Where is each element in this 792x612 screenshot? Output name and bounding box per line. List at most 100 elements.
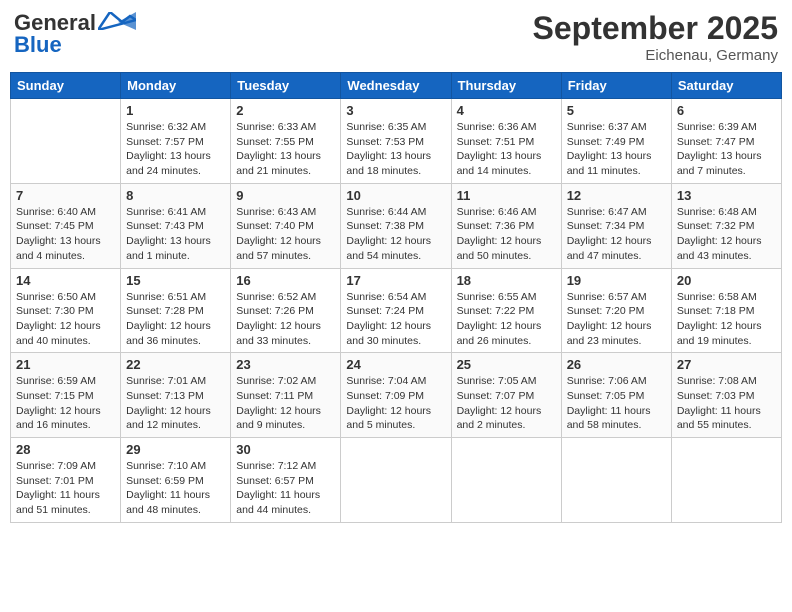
day-number: 28 — [16, 442, 115, 457]
calendar-cell — [451, 438, 561, 523]
day-info: Sunrise: 6:51 AM Sunset: 7:28 PM Dayligh… — [126, 290, 225, 349]
calendar-cell: 14 Sunrise: 6:50 AM Sunset: 7:30 PM Dayli… — [11, 268, 121, 353]
calendar-cell: 24 Sunrise: 7:04 AM Sunset: 7:09 PM Dayli… — [341, 353, 451, 438]
day-info: Sunrise: 7:05 AM Sunset: 7:07 PM Dayligh… — [457, 374, 556, 433]
weekday-header: Wednesday — [341, 73, 451, 99]
day-number: 2 — [236, 103, 335, 118]
calendar-cell: 7 Sunrise: 6:40 AM Sunset: 7:45 PM Daylig… — [11, 183, 121, 268]
calendar-cell: 13 Sunrise: 6:48 AM Sunset: 7:32 PM Dayli… — [671, 183, 781, 268]
day-info: Sunrise: 6:54 AM Sunset: 7:24 PM Dayligh… — [346, 290, 445, 349]
weekday-header: Monday — [121, 73, 231, 99]
day-info: Sunrise: 7:09 AM Sunset: 7:01 PM Dayligh… — [16, 459, 115, 518]
day-info: Sunrise: 6:40 AM Sunset: 7:45 PM Dayligh… — [16, 205, 115, 264]
day-number: 4 — [457, 103, 556, 118]
day-number: 22 — [126, 357, 225, 372]
day-number: 27 — [677, 357, 776, 372]
page-header: General Blue September 2025 Eichenau, Ge… — [10, 10, 782, 64]
day-number: 12 — [567, 188, 666, 203]
calendar-cell: 8 Sunrise: 6:41 AM Sunset: 7:43 PM Daylig… — [121, 183, 231, 268]
day-number: 16 — [236, 273, 335, 288]
calendar-cell — [341, 438, 451, 523]
calendar-cell — [11, 99, 121, 184]
calendar-cell: 27 Sunrise: 7:08 AM Sunset: 7:03 PM Dayli… — [671, 353, 781, 438]
calendar-cell: 16 Sunrise: 6:52 AM Sunset: 7:26 PM Dayli… — [231, 268, 341, 353]
day-info: Sunrise: 7:10 AM Sunset: 6:59 PM Dayligh… — [126, 459, 225, 518]
day-info: Sunrise: 7:04 AM Sunset: 7:09 PM Dayligh… — [346, 374, 445, 433]
day-number: 11 — [457, 188, 556, 203]
weekday-header: Thursday — [451, 73, 561, 99]
location: Eichenau, Germany — [533, 47, 778, 64]
day-number: 5 — [567, 103, 666, 118]
day-number: 25 — [457, 357, 556, 372]
calendar-week-row: 14 Sunrise: 6:50 AM Sunset: 7:30 PM Dayli… — [11, 268, 782, 353]
month-title: September 2025 — [533, 10, 778, 47]
day-info: Sunrise: 7:02 AM Sunset: 7:11 PM Dayligh… — [236, 374, 335, 433]
weekday-header: Saturday — [671, 73, 781, 99]
day-number: 24 — [346, 357, 445, 372]
calendar-cell: 17 Sunrise: 6:54 AM Sunset: 7:24 PM Dayli… — [341, 268, 451, 353]
weekday-header: Friday — [561, 73, 671, 99]
calendar-cell: 29 Sunrise: 7:10 AM Sunset: 6:59 PM Dayli… — [121, 438, 231, 523]
calendar-week-row: 28 Sunrise: 7:09 AM Sunset: 7:01 PM Dayli… — [11, 438, 782, 523]
day-info: Sunrise: 6:55 AM Sunset: 7:22 PM Dayligh… — [457, 290, 556, 349]
logo-blue: Blue — [14, 32, 62, 58]
calendar-cell: 18Sunrise: 6:55 AM Sunset: 7:22 PM Dayli… — [451, 268, 561, 353]
day-info: Sunrise: 6:37 AM Sunset: 7:49 PM Dayligh… — [567, 120, 666, 179]
day-number: 9 — [236, 188, 335, 203]
day-info: Sunrise: 6:41 AM Sunset: 7:43 PM Dayligh… — [126, 205, 225, 264]
day-number: 7 — [16, 188, 115, 203]
day-number: 20 — [677, 273, 776, 288]
day-info: Sunrise: 7:06 AM Sunset: 7:05 PM Dayligh… — [567, 374, 666, 433]
day-number: 17 — [346, 273, 445, 288]
day-info: Sunrise: 6:50 AM Sunset: 7:30 PM Dayligh… — [16, 290, 115, 349]
day-info: Sunrise: 6:47 AM Sunset: 7:34 PM Dayligh… — [567, 205, 666, 264]
day-number: 3 — [346, 103, 445, 118]
calendar-cell: 3 Sunrise: 6:35 AM Sunset: 7:53 PM Daylig… — [341, 99, 451, 184]
weekday-header: Tuesday — [231, 73, 341, 99]
title-block: September 2025 Eichenau, Germany — [533, 10, 778, 64]
day-number: 8 — [126, 188, 225, 203]
day-number: 29 — [126, 442, 225, 457]
day-info: Sunrise: 6:43 AM Sunset: 7:40 PM Dayligh… — [236, 205, 335, 264]
day-number: 1 — [126, 103, 225, 118]
day-number: 6 — [677, 103, 776, 118]
calendar-cell: 12 Sunrise: 6:47 AM Sunset: 7:34 PM Dayli… — [561, 183, 671, 268]
weekday-header: Sunday — [11, 73, 121, 99]
day-number: 13 — [677, 188, 776, 203]
day-info: Sunrise: 6:48 AM Sunset: 7:32 PM Dayligh… — [677, 205, 776, 264]
calendar-week-row: 1 Sunrise: 6:32 AM Sunset: 7:57 PM Daylig… — [11, 99, 782, 184]
logo: General Blue — [14, 10, 136, 58]
calendar-cell: 5 Sunrise: 6:37 AM Sunset: 7:49 PM Daylig… — [561, 99, 671, 184]
calendar-cell: 4 Sunrise: 6:36 AM Sunset: 7:51 PM Daylig… — [451, 99, 561, 184]
day-number: 26 — [567, 357, 666, 372]
calendar-week-row: 7 Sunrise: 6:40 AM Sunset: 7:45 PM Daylig… — [11, 183, 782, 268]
day-info: Sunrise: 7:01 AM Sunset: 7:13 PM Dayligh… — [126, 374, 225, 433]
day-info: Sunrise: 6:33 AM Sunset: 7:55 PM Dayligh… — [236, 120, 335, 179]
calendar-cell: 25 Sunrise: 7:05 AM Sunset: 7:07 PM Dayli… — [451, 353, 561, 438]
calendar-week-row: 21Sunrise: 6:59 AM Sunset: 7:15 PM Dayli… — [11, 353, 782, 438]
calendar-cell: 19 Sunrise: 6:57 AM Sunset: 7:20 PM Dayli… — [561, 268, 671, 353]
calendar-cell: 26 Sunrise: 7:06 AM Sunset: 7:05 PM Dayli… — [561, 353, 671, 438]
day-info: Sunrise: 7:12 AM Sunset: 6:57 PM Dayligh… — [236, 459, 335, 518]
calendar-cell: 20Sunrise: 6:58 AM Sunset: 7:18 PM Dayli… — [671, 268, 781, 353]
day-info: Sunrise: 6:35 AM Sunset: 7:53 PM Dayligh… — [346, 120, 445, 179]
calendar-cell — [671, 438, 781, 523]
calendar-cell: 22 Sunrise: 7:01 AM Sunset: 7:13 PM Dayli… — [121, 353, 231, 438]
day-number: 15 — [126, 273, 225, 288]
day-info: Sunrise: 6:59 AM Sunset: 7:15 PM Dayligh… — [16, 374, 115, 433]
day-number: 10 — [346, 188, 445, 203]
logo-icon — [98, 12, 136, 30]
day-number: 30 — [236, 442, 335, 457]
calendar-table: SundayMondayTuesdayWednesdayThursdayFrid… — [10, 72, 782, 523]
calendar-cell: 1 Sunrise: 6:32 AM Sunset: 7:57 PM Daylig… — [121, 99, 231, 184]
day-number: 14 — [16, 273, 115, 288]
day-info: Sunrise: 6:57 AM Sunset: 7:20 PM Dayligh… — [567, 290, 666, 349]
day-info: Sunrise: 6:32 AM Sunset: 7:57 PM Dayligh… — [126, 120, 225, 179]
calendar-cell: 2 Sunrise: 6:33 AM Sunset: 7:55 PM Daylig… — [231, 99, 341, 184]
day-info: Sunrise: 7:08 AM Sunset: 7:03 PM Dayligh… — [677, 374, 776, 433]
day-number: 19 — [567, 273, 666, 288]
calendar-cell: 28 Sunrise: 7:09 AM Sunset: 7:01 PM Dayli… — [11, 438, 121, 523]
day-info: Sunrise: 6:36 AM Sunset: 7:51 PM Dayligh… — [457, 120, 556, 179]
calendar-cell: 11Sunrise: 6:46 AM Sunset: 7:36 PM Dayli… — [451, 183, 561, 268]
day-info: Sunrise: 6:52 AM Sunset: 7:26 PM Dayligh… — [236, 290, 335, 349]
